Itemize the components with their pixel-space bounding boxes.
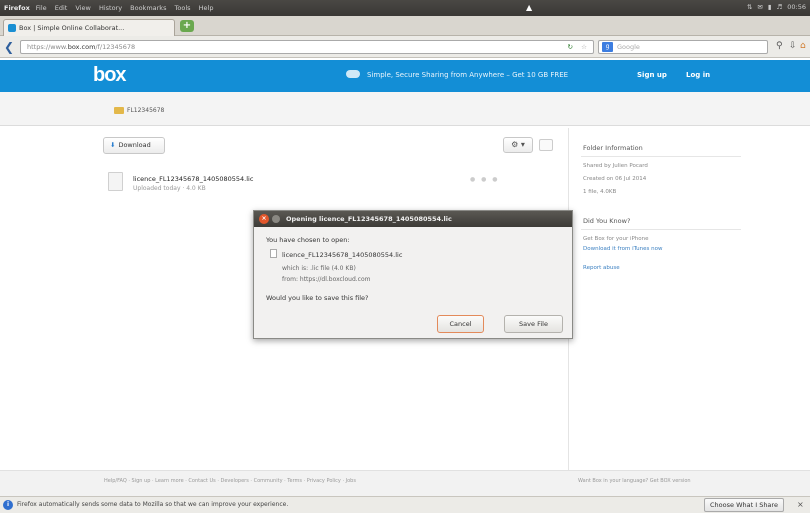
- created-line: Created on 06 Jul 2014: [583, 176, 647, 182]
- login-link[interactable]: Log in: [686, 71, 710, 79]
- data-sharing-notification: i Firefox automatically sends some data …: [0, 496, 810, 513]
- file-name[interactable]: licence_FL12345678_1405080554.lic: [133, 175, 253, 183]
- comment-icon[interactable]: [539, 139, 553, 151]
- breadcrumb: FL12345678: [0, 92, 810, 126]
- settings-dropdown-button[interactable]: ⚙ ▾: [503, 137, 533, 153]
- download-label: Download: [118, 141, 151, 149]
- google-engine-icon[interactable]: g: [602, 42, 613, 52]
- bookmark-star-icon[interactable]: ☆: [581, 41, 587, 53]
- menu-help[interactable]: Help: [199, 4, 214, 12]
- download-arrow-icon[interactable]: ⇩: [789, 41, 797, 51]
- report-abuse-link[interactable]: Report abuse: [583, 265, 620, 271]
- battery-icon[interactable]: ▮: [768, 3, 772, 11]
- browser-tab[interactable]: Box | Simple Online Collaborat...: [3, 19, 175, 36]
- choose-what-i-share-button[interactable]: Choose What I Share: [704, 498, 784, 512]
- volume-icon[interactable]: ♬: [776, 3, 782, 11]
- mail-icon[interactable]: ✉: [757, 3, 762, 11]
- file-actions[interactable]: ● ● ●: [470, 176, 500, 183]
- url-domain: box.com: [67, 43, 96, 51]
- clock[interactable]: 00:56: [787, 3, 806, 11]
- gear-icon: ⚙: [511, 140, 519, 149]
- cloud-icon: [346, 70, 360, 78]
- menu-bar: File Edit View History Bookmarks Tools H…: [36, 4, 220, 12]
- file-icon[interactable]: [108, 172, 123, 191]
- magnifier-icon[interactable]: ⚲: [776, 41, 783, 51]
- menu-edit[interactable]: Edit: [55, 4, 68, 12]
- system-top-bar: Firefox File Edit View History Bookmarks…: [0, 0, 810, 16]
- close-icon[interactable]: ×: [259, 214, 269, 224]
- navigation-bar: ❮ https://www.box.com/f/12345678 ↻ ☆ g G…: [0, 36, 810, 58]
- notification-text: Firefox automatically sends some data to…: [17, 501, 289, 508]
- menu-view[interactable]: View: [75, 4, 90, 12]
- url-bar[interactable]: https://www.box.com/f/12345678 ↻ ☆: [20, 40, 594, 54]
- file-meta: Uploaded today · 4.0 KB: [133, 185, 206, 192]
- box-favicon-icon: [8, 24, 16, 32]
- breadcrumb-folder[interactable]: FL12345678: [127, 107, 164, 114]
- signup-link[interactable]: Sign up: [637, 71, 667, 79]
- dialog-chosen-text: You have chosen to open:: [266, 236, 350, 244]
- dialog-title: Opening licence_FL12345678_1405080554.li…: [286, 215, 452, 223]
- dialog-body: You have chosen to open: licence_FL12345…: [254, 227, 572, 340]
- divider: [581, 229, 741, 230]
- box-logo[interactable]: box: [93, 64, 127, 87]
- itunes-link[interactable]: Download it from iTunes now: [583, 246, 662, 252]
- dialog-question: Would you like to save this file?: [266, 294, 369, 302]
- info-sidebar: Folder Information Shared by Julien Poca…: [568, 128, 810, 470]
- search-bar[interactable]: g Google: [598, 40, 768, 54]
- folder-info-heading: Folder Information: [583, 144, 643, 152]
- dialog-filetype: which is: .lic file (4.0 KB): [282, 265, 356, 272]
- footer-links[interactable]: Help/FAQ · Sign up · Learn more · Contac…: [104, 478, 356, 484]
- tip-text: Get Box for your iPhone: [583, 236, 649, 242]
- back-arrow-icon[interactable]: ❮: [2, 40, 16, 54]
- file-type-icon: [270, 249, 277, 258]
- tab-title: Box | Simple Online Collaborat...: [19, 24, 125, 32]
- box-header: box Simple, Secure Sharing from Anywhere…: [0, 60, 810, 92]
- url-prefix: https://www.: [27, 43, 68, 51]
- reload-icon[interactable]: ↻: [568, 41, 573, 53]
- system-tray: ⇅ ✉ ▮ ♬ 00:56: [747, 3, 806, 11]
- owner-line: Shared by Julien Pocard: [583, 163, 648, 169]
- download-button[interactable]: ⬇ Download: [103, 137, 165, 154]
- size-line: 1 file, 4.0KB: [583, 189, 617, 195]
- footer-language[interactable]: Want Box in your language? Get BOX versi…: [578, 478, 691, 484]
- menu-bookmarks[interactable]: Bookmarks: [130, 4, 166, 12]
- app-name: Firefox: [4, 4, 30, 12]
- download-icon: ⬇: [110, 141, 116, 149]
- page-footer: Help/FAQ · Sign up · Learn more · Contac…: [0, 470, 810, 496]
- open-file-dialog: × Opening licence_FL12345678_1405080554.…: [253, 210, 573, 339]
- dialog-titlebar[interactable]: × Opening licence_FL12345678_1405080554.…: [254, 211, 572, 227]
- dialog-source: from: https://dl.boxcloud.com: [282, 276, 371, 283]
- promo-text: Simple, Secure Sharing from Anywhere – G…: [367, 71, 569, 79]
- info-icon: i: [3, 500, 13, 510]
- new-tab-button[interactable]: +: [180, 20, 194, 32]
- mouse-cursor-icon: ▲: [526, 3, 533, 12]
- menu-tools[interactable]: Tools: [175, 4, 191, 12]
- minimize-icon[interactable]: [272, 215, 280, 223]
- folder-icon: [114, 107, 124, 114]
- url-path: /f/12345678: [95, 43, 136, 51]
- menu-file[interactable]: File: [36, 4, 47, 12]
- did-you-know-heading: Did You Know?: [583, 217, 631, 225]
- home-icon[interactable]: ⌂: [800, 41, 806, 51]
- network-icon[interactable]: ⇅: [747, 3, 752, 11]
- save-file-button[interactable]: Save File: [504, 315, 563, 333]
- search-placeholder: Google: [617, 43, 640, 51]
- tab-bar: Box | Simple Online Collaborat... +: [0, 16, 810, 36]
- close-notification-icon[interactable]: ×: [797, 500, 804, 509]
- divider: [581, 156, 741, 157]
- cancel-button[interactable]: Cancel: [437, 315, 484, 333]
- menu-history[interactable]: History: [99, 4, 122, 12]
- dialog-filename: licence_FL12345678_1405080554.lic: [282, 251, 403, 259]
